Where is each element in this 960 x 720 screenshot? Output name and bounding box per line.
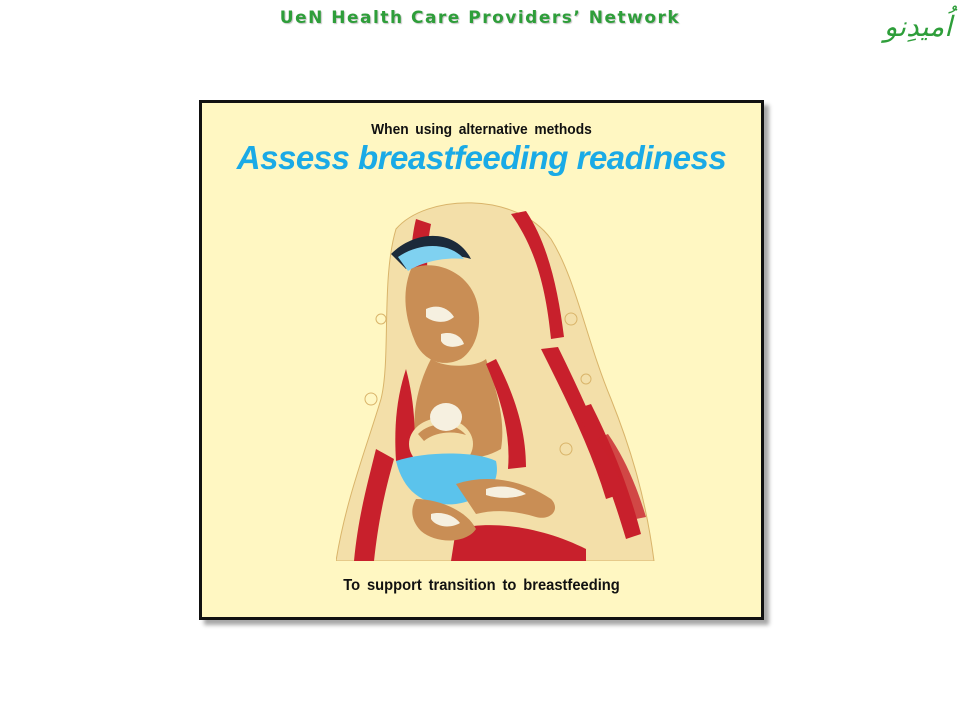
poster-headline: Assess breastfeeding readiness (236, 139, 727, 176)
poster-panel: When using alternative methods Assess br… (199, 100, 764, 620)
breastfeeding-mother-illustration (336, 202, 655, 561)
network-title: UeN Health Care Providers’ Network (279, 8, 681, 28)
umeed-e-nau-logo: اُمیدِنو (883, 10, 952, 43)
poster-footer: To support transition to breastfeeding (343, 577, 620, 594)
poster-subtitle: When using alternative methods (371, 121, 592, 138)
